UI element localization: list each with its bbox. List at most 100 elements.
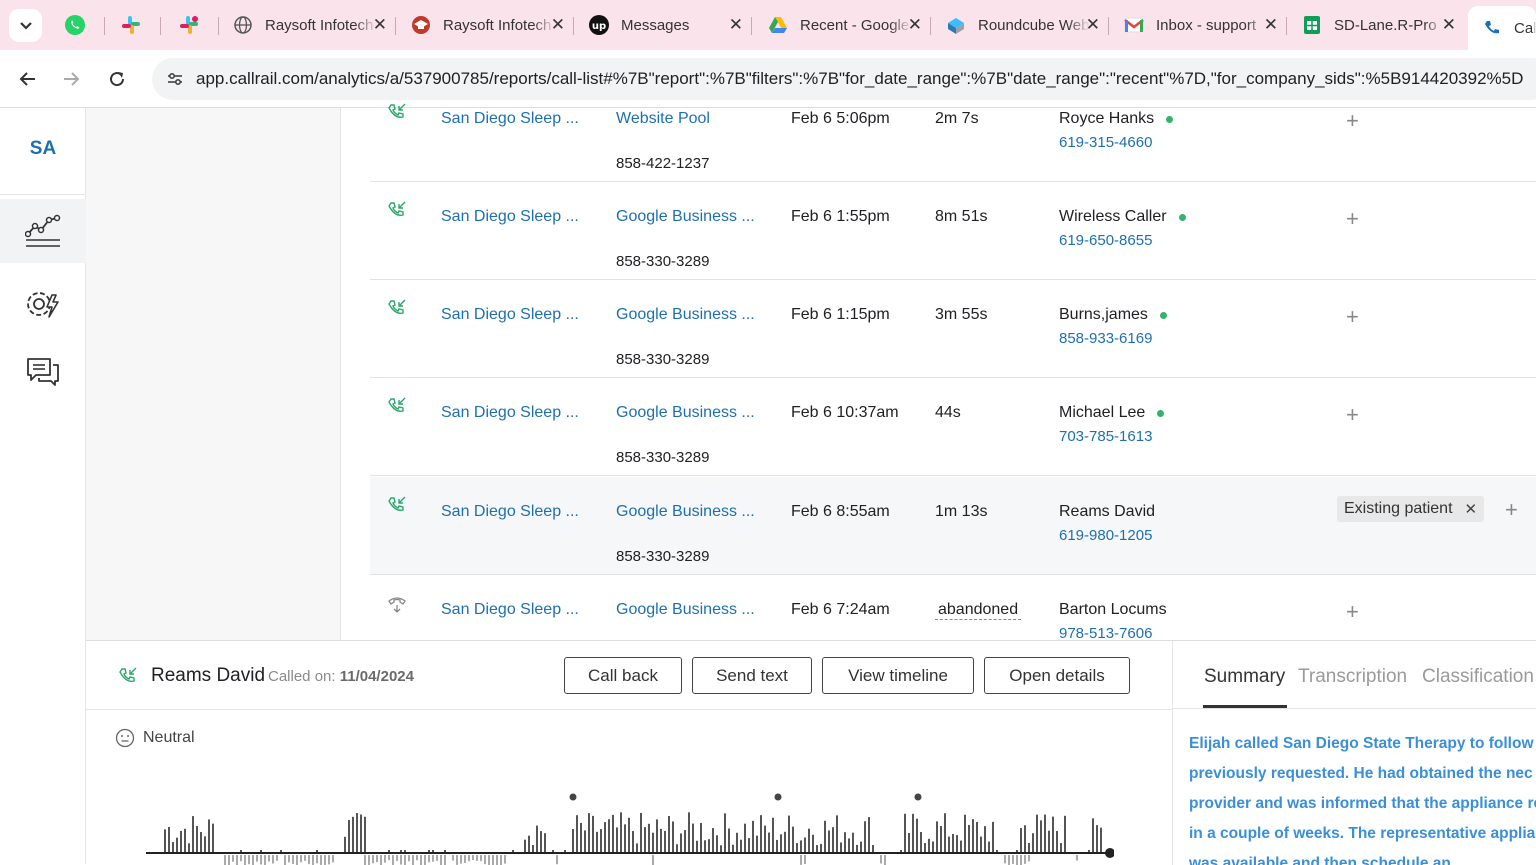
source-link[interactable]: Google Business ...: [616, 503, 755, 521]
waveform-bar: [848, 838, 850, 852]
waveform-marker[interactable]: [774, 793, 782, 801]
close-tab-icon[interactable]: ✕: [729, 15, 743, 35]
add-tag-icon[interactable]: +: [1346, 304, 1359, 330]
tab-transcription[interactable]: Transcription: [1298, 666, 1407, 688]
site-info-icon[interactable]: [162, 66, 188, 92]
waveform-bar: [400, 855, 402, 865]
add-tag-icon[interactable]: +: [1346, 599, 1359, 625]
close-tab-icon[interactable]: ✕: [908, 15, 922, 35]
tab-callrail-active[interactable]: Call: [1468, 6, 1536, 50]
call-date: Feb 6 10:37am: [791, 404, 899, 421]
table-row[interactable]: San Diego Sleep ... Google Business ... …: [370, 378, 1536, 476]
source-link[interactable]: Google Business ...: [616, 208, 755, 226]
nav-analytics[interactable]: [0, 199, 86, 263]
call-audio-waveform[interactable]: [144, 785, 1114, 865]
send-text-button[interactable]: Send text: [692, 657, 812, 694]
caller-name: Wireless Caller: [1059, 208, 1186, 226]
waveform-bar: [812, 834, 814, 852]
waveform-bar: [864, 821, 866, 852]
company-link[interactable]: San Diego Sleep ...: [441, 208, 579, 226]
waveform-bar: [820, 843, 822, 852]
close-tab-icon[interactable]: ✕: [1086, 15, 1100, 35]
waveform-bar: [604, 822, 606, 852]
source-link[interactable]: Google Business ...: [616, 601, 755, 619]
waveform-bar: [844, 832, 846, 852]
source-link[interactable]: Google Business ...: [616, 306, 755, 324]
waveform-bar: [1056, 830, 1058, 852]
add-tag-icon[interactable]: +: [1346, 206, 1359, 232]
open-details-button[interactable]: Open details: [984, 657, 1130, 694]
call-date: Feb 6 1:55pm: [791, 208, 890, 225]
add-tag-icon[interactable]: +: [1346, 402, 1359, 428]
waveform-bar: [800, 840, 802, 852]
slack-tab-1[interactable]: [120, 14, 142, 36]
caller-phone-link[interactable]: 619-650-8655: [1059, 232, 1152, 249]
active-tab-indicator: [1203, 705, 1287, 708]
account-badge[interactable]: SA: [0, 138, 86, 160]
waveform-bar: [760, 815, 762, 852]
nav-settings[interactable]: [0, 272, 86, 336]
company-link[interactable]: San Diego Sleep ...: [441, 306, 579, 324]
close-tab-icon[interactable]: ✕: [1442, 15, 1456, 35]
call-duration: 2m 7s: [935, 110, 979, 127]
waveform-bar: [816, 845, 818, 852]
tab-google-sheets[interactable]: SD-Lane.R-Pro ✕: [1288, 8, 1464, 42]
table-row[interactable]: San Diego Sleep ... Website Pool 858-422…: [370, 84, 1536, 182]
waveform-marker[interactable]: [914, 793, 922, 801]
waveform-bar: [400, 850, 402, 852]
caller-phone-link[interactable]: 619-980-1205: [1059, 527, 1152, 544]
company-link[interactable]: San Diego Sleep ...: [441, 503, 579, 521]
tab-summary[interactable]: Summary: [1204, 666, 1285, 688]
remove-tag-icon[interactable]: ✕: [1465, 500, 1478, 518]
company-link[interactable]: San Diego Sleep ...: [441, 404, 579, 422]
tab-gmail[interactable]: Inbox - support ✕: [1110, 8, 1286, 42]
call-detail-panel: Reams David Called on: 11/04/2024 Call b…: [86, 640, 1536, 865]
nav-conversations[interactable]: [0, 340, 86, 404]
back-button[interactable]: [14, 65, 42, 93]
table-row[interactable]: San Diego Sleep ... Google Business ... …: [370, 182, 1536, 280]
tab-messages[interactable]: up Messages ✕: [575, 8, 751, 42]
tab-google-drive[interactable]: Recent - Google Drive ✕: [754, 8, 930, 42]
inbound-call-icon: [119, 667, 137, 682]
tab-raysoft-2[interactable]: Raysoft Infotech ✕: [397, 8, 573, 42]
table-row-selected[interactable]: San Diego Sleep ... Google Business ... …: [370, 477, 1536, 575]
waveform-bar: [388, 850, 390, 852]
slack-tab-2[interactable]: [178, 14, 200, 36]
tab-search-button[interactable]: [9, 9, 42, 42]
source-link[interactable]: Website Pool: [616, 110, 710, 128]
company-link[interactable]: San Diego Sleep ...: [441, 601, 579, 619]
caller-phone-link[interactable]: 619-315-4660: [1059, 134, 1152, 151]
call-status-abandoned[interactable]: abandoned: [935, 601, 1022, 620]
playhead-handle[interactable]: [1105, 848, 1114, 858]
waveform-bar: [1088, 850, 1090, 852]
waveform-marker[interactable]: [569, 793, 577, 801]
source-link[interactable]: Google Business ...: [616, 404, 755, 422]
caller-phone-link[interactable]: 858-933-6169: [1059, 330, 1152, 347]
tab-raysoft-1[interactable]: Raysoft Infotech ✕: [219, 8, 395, 42]
close-tab-icon[interactable]: ✕: [551, 15, 565, 35]
waveform-bar: [208, 819, 210, 852]
reload-button[interactable]: [103, 65, 131, 93]
add-tag-icon[interactable]: +: [1346, 108, 1359, 134]
caller-phone-link[interactable]: 703-785-1613: [1059, 428, 1152, 445]
forward-button[interactable]: [57, 65, 85, 93]
tab-classification[interactable]: Classification: [1422, 666, 1534, 688]
close-tab-icon[interactable]: ✕: [1264, 15, 1278, 35]
tab-roundcube[interactable]: Roundcube Webmail ✕: [932, 8, 1108, 42]
call-back-button[interactable]: Call back: [564, 657, 682, 694]
add-tag-icon[interactable]: +: [1505, 497, 1518, 523]
table-row[interactable]: San Diego Sleep ... Google Business ... …: [370, 280, 1536, 378]
call-duration: 3m 55s: [935, 306, 988, 323]
waveform-bar: [316, 855, 318, 864]
close-tab-icon[interactable]: ✕: [373, 15, 387, 35]
waveform-bar: [240, 850, 242, 852]
waveform-bar: [1064, 815, 1066, 852]
company-link[interactable]: San Diego Sleep ...: [441, 110, 579, 128]
waveform-bar: [988, 841, 990, 852]
view-timeline-button[interactable]: View timeline: [822, 657, 974, 694]
waveform-bar: [456, 855, 458, 865]
caller-name: Barton Locums: [1059, 601, 1167, 618]
whatsapp-tab[interactable]: [64, 14, 86, 36]
whatsapp-icon: [65, 15, 85, 35]
waveform-bar: [780, 834, 782, 852]
